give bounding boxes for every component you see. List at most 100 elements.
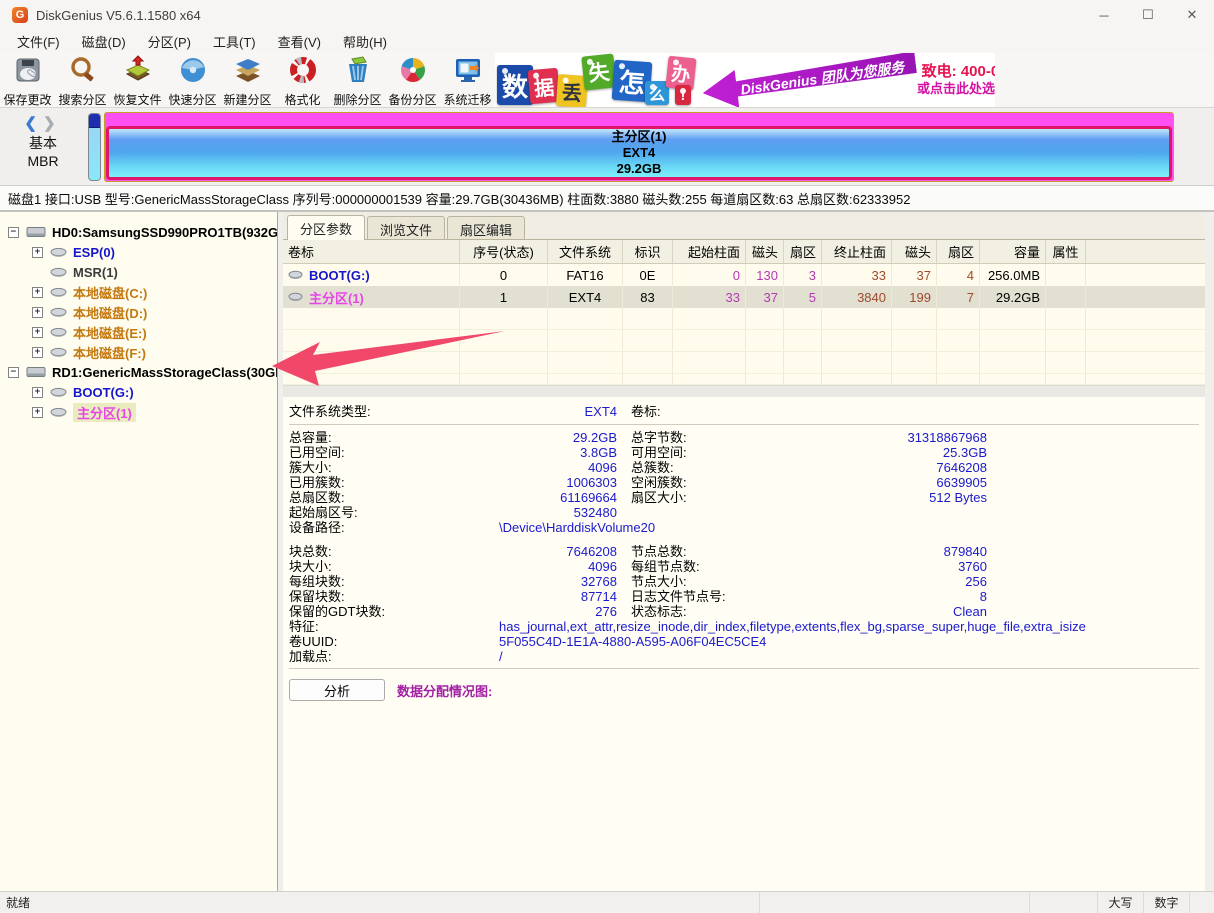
- expand-icon[interactable]: +: [32, 407, 43, 418]
- window-title: DiskGenius V5.6.1.1580 x64: [36, 8, 201, 23]
- expand-icon[interactable]: +: [32, 347, 43, 358]
- system-migration-button[interactable]: 系统迁移: [440, 52, 495, 107]
- partition-name: 主分区(1): [612, 129, 667, 145]
- toolbar-label: 新建分区: [223, 91, 271, 108]
- table-row-empty: [283, 352, 1205, 374]
- col-seq-status[interactable]: 序号(状态): [460, 240, 548, 263]
- detail-label: 起始扇区号:: [289, 505, 489, 520]
- minimize-button[interactable]: ─: [1082, 0, 1126, 30]
- col-filesystem[interactable]: 文件系统: [548, 240, 623, 263]
- tree-item-label: RD1:GenericMassStorageClass(30GB): [52, 365, 278, 380]
- recover-files-button[interactable]: 恢复文件: [110, 52, 165, 107]
- close-button[interactable]: ✕: [1170, 0, 1214, 30]
- boot-partition-bar[interactable]: [88, 113, 101, 181]
- table-header: 卷标 序号(状态) 文件系统 标识 起始柱面 磁头 扇区 终止柱面 磁头 扇区 …: [283, 240, 1205, 264]
- tab-partition-params[interactable]: 分区参数: [287, 215, 365, 240]
- new-partition-button[interactable]: 新建分区: [220, 52, 275, 107]
- tree-item-boot-g[interactable]: + BOOT(G:): [0, 382, 277, 402]
- tree-item-rd1[interactable]: − RD1:GenericMassStorageClass(30GB): [0, 362, 277, 382]
- menu-help[interactable]: 帮助(H): [332, 30, 398, 53]
- format-button[interactable]: 格式化: [275, 52, 330, 107]
- backup-partition-button[interactable]: 备份分区: [385, 52, 440, 107]
- tree-item-local-d[interactable]: + 本地磁盘(D:): [0, 302, 277, 322]
- tree-item-esp[interactable]: + ESP(0): [0, 242, 277, 262]
- detail-label: 加载点:: [289, 649, 489, 664]
- partition-icon: [50, 407, 67, 418]
- partition-icon: [50, 387, 67, 398]
- expand-icon[interactable]: +: [32, 387, 43, 398]
- menu-view[interactable]: 查看(V): [267, 30, 332, 53]
- tree-item-msr[interactable]: + MSR(1): [0, 262, 277, 282]
- cell-attributes: [1046, 264, 1086, 286]
- detail-value: 7646208: [799, 460, 987, 475]
- table-row[interactable]: BOOT(G:) 0 FAT16 0E 0 130 3 33 37 4 256.…: [283, 264, 1205, 286]
- cell-start-cyl: 33: [673, 286, 746, 308]
- prev-disk-arrow[interactable]: ❮: [24, 115, 43, 132]
- col-attributes[interactable]: 属性: [1046, 240, 1086, 263]
- next-disk-arrow[interactable]: ❯: [43, 115, 62, 132]
- tree-item-main-partition[interactable]: + 主分区(1): [0, 402, 277, 422]
- expand-icon[interactable]: +: [32, 287, 43, 298]
- tree-item-local-f[interactable]: + 本地磁盘(F:): [0, 342, 277, 362]
- detail-value: 256: [799, 574, 987, 589]
- delete-partition-button[interactable]: 删除分区: [330, 52, 385, 107]
- selected-partition-block[interactable]: 主分区(1) EXT4 29.2GB: [106, 126, 1172, 180]
- col-end-head[interactable]: 磁头: [892, 240, 937, 263]
- menu-partition[interactable]: 分区(P): [137, 30, 202, 53]
- cell-end-cyl: 33: [822, 264, 892, 286]
- quick-partition-icon: [178, 55, 208, 90]
- col-start-head[interactable]: 磁头: [746, 240, 784, 263]
- banner-arrow-text: DiskGenius 团队为您服务: [714, 57, 906, 103]
- tree-item-local-e[interactable]: + 本地磁盘(E:): [0, 322, 277, 342]
- expand-icon[interactable]: +: [32, 247, 43, 258]
- detail-value: 32768: [489, 574, 617, 589]
- disk-info-line: 磁盘1 接口:USB 型号:GenericMassStorageClass 序列…: [0, 186, 1214, 212]
- quick-partition-button[interactable]: 快速分区: [165, 52, 220, 107]
- resize-grip[interactable]: [1190, 892, 1214, 913]
- menu-disk[interactable]: 磁盘(D): [71, 30, 137, 53]
- tab-browse-files[interactable]: 浏览文件: [367, 216, 445, 239]
- delete-partition-icon: [343, 55, 373, 90]
- detail-value: 87714: [489, 589, 617, 604]
- detail-label: 每组块数:: [289, 574, 489, 589]
- promo-banner: 数 据 丢 失 怎 么 办 ! DiskGenius 团队为您服务 致电: 40…: [495, 53, 995, 107]
- tree-item-label: 本地磁盘(D:): [73, 303, 147, 322]
- expand-icon[interactable]: +: [32, 327, 43, 338]
- cell-start-sec: 5: [784, 286, 822, 308]
- tab-sector-edit[interactable]: 扇区编辑: [447, 216, 525, 239]
- tree-item-local-c[interactable]: + 本地磁盘(C:): [0, 282, 277, 302]
- table-row-empty: [283, 308, 1205, 330]
- cell-seq: 1: [460, 286, 548, 308]
- cell-seq: 0: [460, 264, 548, 286]
- search-partition-button[interactable]: 搜索分区: [55, 52, 110, 107]
- detail-value: [799, 403, 987, 420]
- detail-value: 4096: [489, 559, 617, 574]
- cell-volume: BOOT(G:): [309, 268, 370, 283]
- detail-value: 5F055C4D-1E1A-4880-A595-A06F04EC5CE4: [489, 634, 766, 649]
- col-start-sector[interactable]: 扇区: [784, 240, 822, 263]
- detail-label: 簇大小:: [289, 460, 489, 475]
- partition-icon: [50, 287, 67, 298]
- collapse-icon[interactable]: −: [8, 227, 19, 238]
- menu-tools[interactable]: 工具(T): [202, 30, 267, 53]
- menu-file[interactable]: 文件(F): [6, 30, 71, 53]
- col-volume-label[interactable]: 卷标: [283, 240, 460, 263]
- tree-item-hd0[interactable]: − HD0:SamsungSSD990PRO1TB(932GB): [0, 222, 277, 242]
- app-logo-icon: G: [12, 7, 28, 23]
- expand-icon[interactable]: +: [32, 307, 43, 318]
- col-capacity[interactable]: 容量: [980, 240, 1046, 263]
- cell-end-sec: 4: [937, 264, 980, 286]
- table-row-selected[interactable]: 主分区(1) 1 EXT4 83 33 37 5 3840 199 7 29.2…: [283, 286, 1205, 308]
- col-end-cylinder[interactable]: 终止柱面: [822, 240, 892, 263]
- banner-qq-link[interactable]: 或点击此处选择QQ咨询: [917, 80, 995, 97]
- detail-label: 文件系统类型:: [289, 403, 489, 420]
- analyze-button[interactable]: 分析: [289, 679, 385, 701]
- detail-value: 25.3GB: [799, 445, 987, 460]
- col-id[interactable]: 标识: [623, 240, 673, 263]
- collapse-icon[interactable]: −: [8, 367, 19, 378]
- col-end-sector[interactable]: 扇区: [937, 240, 980, 263]
- col-start-cylinder[interactable]: 起始柱面: [673, 240, 746, 263]
- save-changes-button[interactable]: 保存更改: [0, 52, 55, 107]
- maximize-button[interactable]: ☐: [1126, 0, 1170, 30]
- cell-capacity: 256.0MB: [980, 264, 1046, 286]
